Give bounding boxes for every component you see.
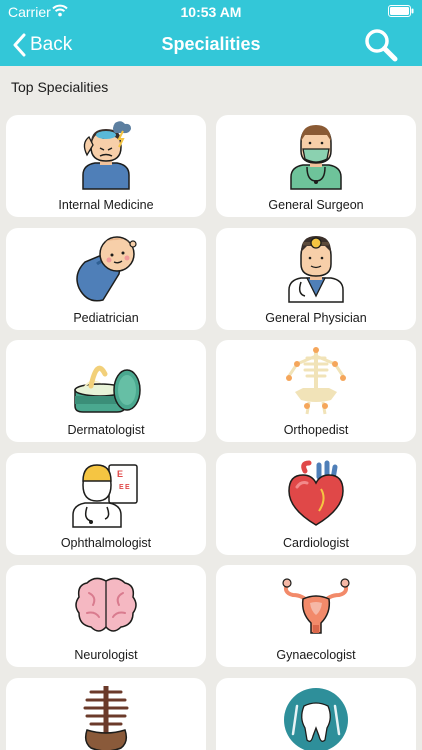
- baby-icon: [76, 236, 137, 302]
- back-button[interactable]: Back: [12, 31, 72, 59]
- section-header: Top Specialities: [0, 66, 422, 108]
- svg-text:E: E: [117, 469, 123, 479]
- speciality-card-ophthalmologist[interactable]: E E E Ophthalmologist: [6, 453, 206, 555]
- surgeon-icon: [290, 125, 342, 190]
- cream-jar-icon: [74, 365, 141, 413]
- sick-patient-icon: [82, 121, 131, 190]
- chevron-left-icon: [13, 33, 26, 57]
- eye-chart-doctor-icon: E E E: [72, 464, 138, 528]
- speciality-card-general-physician[interactable]: General Physician: [216, 228, 416, 330]
- speciality-label: Gynaecologist: [276, 648, 356, 662]
- speciality-label: Neurologist: [74, 648, 138, 662]
- navigation-bar: Back Specialities: [0, 24, 422, 66]
- speciality-card-cardiologist[interactable]: Cardiologist: [216, 453, 416, 555]
- skeleton-icon: [286, 347, 346, 415]
- speciality-label: Internal Medicine: [58, 198, 154, 212]
- speciality-label: Pediatrician: [73, 311, 139, 325]
- speciality-label: General Physician: [265, 311, 367, 325]
- section-title: Top Specialities: [11, 79, 109, 95]
- speciality-card-dermatologist[interactable]: Dermatologist: [6, 340, 206, 442]
- uterus-icon: [282, 578, 350, 634]
- battery-icon: [388, 5, 414, 17]
- speciality-card-spine[interactable]: [6, 678, 206, 750]
- speciality-card-general-surgeon[interactable]: General Surgeon: [216, 115, 416, 217]
- status-time: 10:53 AM: [180, 4, 242, 20]
- physician-icon: [288, 236, 344, 303]
- back-label: Back: [30, 34, 73, 55]
- spine-pelvis-icon: [83, 686, 129, 750]
- brain-icon: [75, 577, 137, 632]
- svg-text:E: E: [119, 484, 124, 491]
- specialities-grid: Internal Medicine General Surgeon Pediat: [0, 108, 422, 750]
- speciality-card-gynaecologist[interactable]: Gynaecologist: [216, 565, 416, 667]
- speciality-label: Dermatologist: [67, 423, 145, 437]
- search-icon[interactable]: [362, 27, 400, 63]
- speciality-label: Orthopedist: [283, 423, 349, 437]
- speciality-card-internal-medicine[interactable]: Internal Medicine: [6, 115, 206, 217]
- speciality-label: Cardiologist: [282, 536, 349, 550]
- speciality-card-neurologist[interactable]: Neurologist: [6, 565, 206, 667]
- svg-text:E: E: [125, 484, 130, 491]
- tooth-icon: [284, 688, 348, 750]
- status-bar: Carrier 10:53 AM: [0, 0, 422, 24]
- speciality-card-pediatrician[interactable]: Pediatrician: [6, 228, 206, 330]
- speciality-card-dentist[interactable]: [216, 678, 416, 750]
- speciality-label: General Surgeon: [268, 198, 364, 212]
- heart-icon: [288, 460, 344, 526]
- speciality-card-orthopedist[interactable]: Orthopedist: [216, 340, 416, 442]
- speciality-label: Ophthalmologist: [60, 536, 152, 550]
